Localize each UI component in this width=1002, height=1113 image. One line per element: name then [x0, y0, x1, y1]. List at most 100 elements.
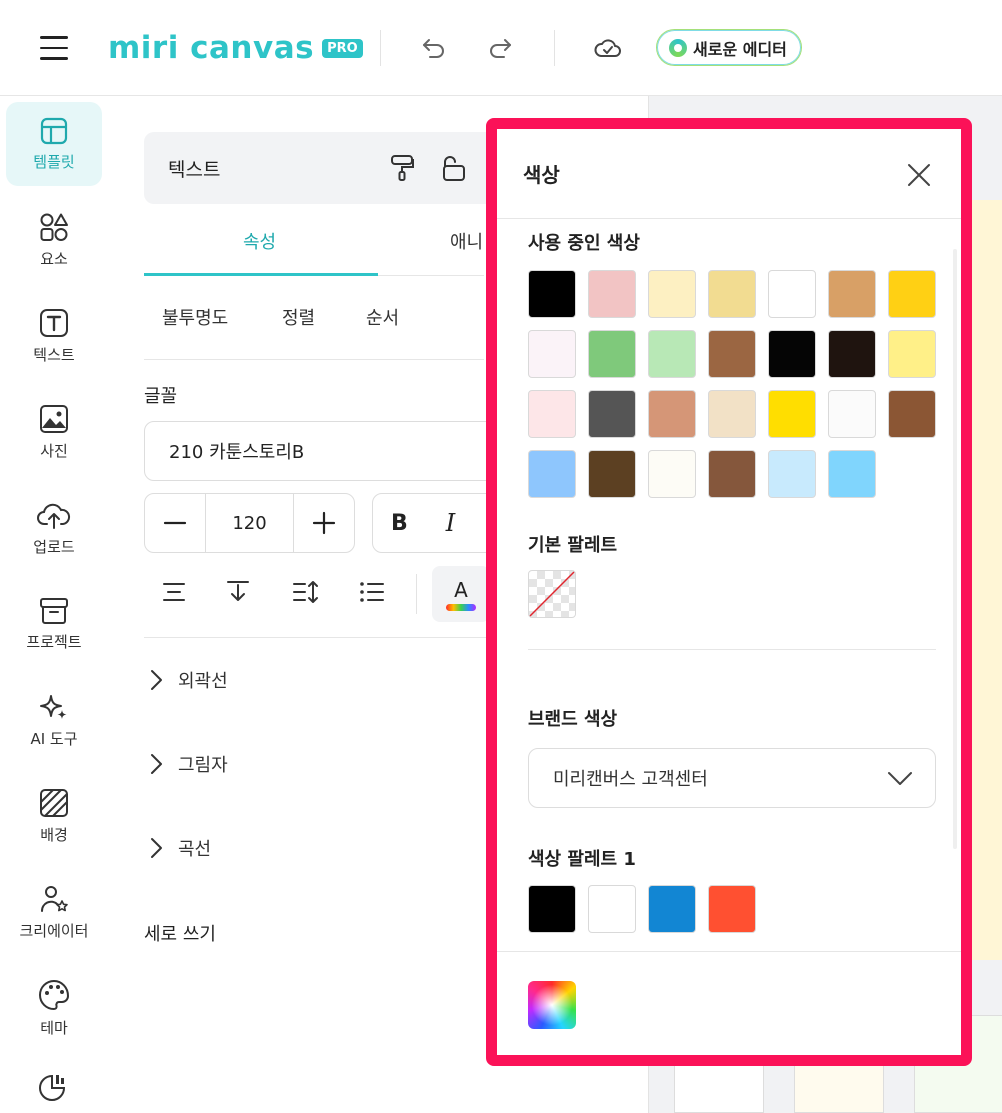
- vertical-align-bottom-icon[interactable]: [222, 576, 254, 608]
- bold-button[interactable]: B: [391, 511, 408, 536]
- color-swatch[interactable]: [888, 270, 936, 318]
- scrollbar[interactable]: [953, 249, 957, 849]
- color-swatch[interactable]: [708, 450, 756, 498]
- line-height-icon[interactable]: [290, 576, 322, 608]
- rail-item-chart[interactable]: [6, 1062, 102, 1113]
- expander-shadow[interactable]: 그림자: [148, 744, 228, 784]
- brand-logo[interactable]: miri canvas PRO: [108, 26, 363, 70]
- decrease-size-button[interactable]: [145, 494, 205, 552]
- color-swatch[interactable]: [528, 450, 576, 498]
- color-swatch[interactable]: [648, 330, 696, 378]
- font-size-value[interactable]: 120: [205, 494, 294, 552]
- expander-outline[interactable]: 외곽선: [148, 660, 228, 700]
- rail-item-label: 업로드: [33, 537, 75, 556]
- align-center-icon[interactable]: [158, 576, 190, 608]
- font-select[interactable]: 210 카툰스토리B: [144, 421, 504, 481]
- subtab-order[interactable]: 순서: [366, 304, 399, 330]
- rail-item-upload[interactable]: 업로드: [6, 486, 102, 570]
- new-editor-label: 새로운 에디터: [693, 39, 787, 59]
- canvas-page[interactable]: [970, 200, 1002, 960]
- text-color-button[interactable]: A: [432, 566, 490, 622]
- custom-color-picker-icon[interactable]: [528, 981, 576, 1029]
- color-swatch[interactable]: [708, 270, 756, 318]
- color-popup: 색상 사용 중인 색상 기본 팔레트 브랜드 색상 미리캔버스 고객센터 색상 …: [497, 129, 961, 1055]
- background-pattern-icon: [40, 788, 68, 817]
- text-color-glyph: A: [454, 577, 468, 602]
- italic-button[interactable]: I: [446, 509, 455, 537]
- color-swatch[interactable]: [768, 330, 816, 378]
- color-popup-highlight: 색상 사용 중인 색상 기본 팔레트 브랜드 색상 미리캔버스 고객센터 색상 …: [486, 118, 972, 1066]
- rail-item-label: 템플릿: [33, 152, 75, 171]
- color-swatch[interactable]: [528, 270, 576, 318]
- color-swatch[interactable]: [588, 390, 636, 438]
- sparkle-icon: [40, 694, 67, 719]
- color-swatch[interactable]: [648, 270, 696, 318]
- new-editor-button[interactable]: 새로운 에디터: [656, 29, 802, 66]
- rail-item-elements[interactable]: 요소: [6, 198, 102, 282]
- palette1-label: 색상 팔레트 1: [528, 849, 636, 870]
- close-icon[interactable]: [903, 159, 935, 191]
- font-size-stepper: 120: [144, 493, 355, 553]
- tab-animation[interactable]: 애니: [450, 228, 483, 254]
- subtab-align[interactable]: 정렬: [282, 304, 315, 330]
- color-swatch[interactable]: [768, 390, 816, 438]
- expander-label: 그림자: [178, 755, 228, 776]
- chevron-down-icon: [888, 772, 912, 785]
- color-swatch[interactable]: [768, 450, 816, 498]
- rail-item-photo[interactable]: 사진: [6, 390, 102, 474]
- color-swatch[interactable]: [708, 330, 756, 378]
- color-swatch[interactable]: [648, 450, 696, 498]
- text-icon: [40, 308, 68, 337]
- color-swatch[interactable]: [888, 390, 936, 438]
- expander-label: 곡선: [178, 839, 212, 860]
- expander-curve[interactable]: 곡선: [148, 828, 211, 868]
- brand-select[interactable]: 미리캔버스 고객센터: [528, 748, 936, 808]
- menu-icon[interactable]: [40, 36, 68, 60]
- creator-user-icon: [40, 885, 68, 912]
- color-swatch[interactable]: [828, 270, 876, 318]
- color-swatch[interactable]: [588, 450, 636, 498]
- template-icon: [40, 117, 68, 144]
- cloud-saved-icon[interactable]: [592, 32, 624, 64]
- rail-item-text[interactable]: 텍스트: [6, 294, 102, 378]
- rail-item-ai-tools[interactable]: AI 도구: [6, 678, 102, 762]
- color-swatch[interactable]: [588, 270, 636, 318]
- divider: [497, 951, 961, 952]
- text-style-group: B I: [372, 493, 502, 553]
- unlock-icon[interactable]: [442, 154, 466, 187]
- rail-item-theme[interactable]: 테마: [6, 966, 102, 1050]
- left-rail: 템플릿 요소 텍스트 사진 업로드 프로젝트 AI 도구 배경 크리에이터 테마: [0, 96, 108, 1113]
- color-swatch[interactable]: [708, 390, 756, 438]
- subtab-opacity[interactable]: 불투명도: [162, 304, 228, 330]
- rail-item-template[interactable]: 템플릿: [6, 102, 102, 186]
- increase-size-button[interactable]: [294, 494, 354, 552]
- color-swatch[interactable]: [528, 885, 576, 933]
- color-swatch[interactable]: [768, 270, 816, 318]
- color-swatch[interactable]: [828, 330, 876, 378]
- color-popup-header: 색상: [497, 129, 961, 219]
- brand-select-value: 미리캔버스 고객센터: [553, 769, 708, 790]
- tab-properties[interactable]: 속성: [243, 228, 276, 254]
- bullet-list-icon[interactable]: [356, 576, 388, 608]
- swatch-transparent[interactable]: [528, 570, 576, 618]
- color-swatch[interactable]: [588, 330, 636, 378]
- undo-icon[interactable]: [418, 32, 450, 64]
- color-swatch[interactable]: [528, 390, 576, 438]
- archive-box-icon: [40, 597, 68, 624]
- color-swatch[interactable]: [828, 390, 876, 438]
- color-swatch[interactable]: [648, 390, 696, 438]
- rail-item-creator[interactable]: 크리에이터: [6, 870, 102, 954]
- color-swatch[interactable]: [588, 885, 636, 933]
- paint-roller-icon[interactable]: [390, 154, 414, 187]
- color-swatch[interactable]: [828, 450, 876, 498]
- rail-item-background[interactable]: 배경: [6, 774, 102, 858]
- font-value: 210 카툰스토리B: [169, 442, 305, 463]
- color-swatch[interactable]: [648, 885, 696, 933]
- rail-item-project[interactable]: 프로젝트: [6, 582, 102, 666]
- color-swatch[interactable]: [528, 330, 576, 378]
- redo-icon[interactable]: [484, 32, 516, 64]
- color-swatch[interactable]: [888, 330, 936, 378]
- color-swatch[interactable]: [708, 885, 756, 933]
- chevron-right-icon: [151, 670, 162, 690]
- divider: [380, 30, 381, 66]
